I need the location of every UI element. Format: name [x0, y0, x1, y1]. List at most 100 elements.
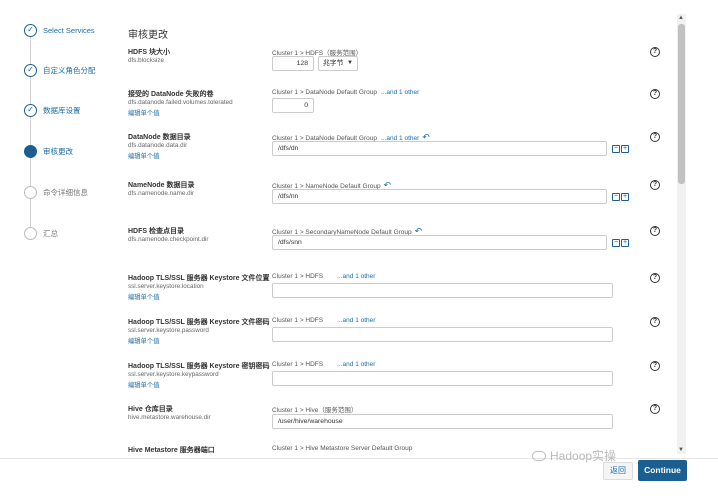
param-name: Hadoop TLS/SSL 服务器 Keystore 文件位置: [128, 275, 270, 282]
step-summary: 汇总: [24, 225, 58, 241]
minus-icon[interactable]: −: [612, 145, 620, 153]
param-name: HDFS 块大小: [128, 49, 170, 56]
add-remove-controls: − +: [612, 239, 629, 247]
step-label: 审核更改: [43, 146, 73, 156]
param-key: dfs.datanode.failed.volumes.tolerated: [128, 99, 233, 106]
param-scope: Cluster 1 > HDFS ...and 1 other: [272, 361, 375, 368]
blocksize-input[interactable]: 128: [272, 56, 314, 71]
scrollbar-thumb[interactable]: [678, 24, 685, 184]
edit-individual-link[interactable]: 编辑单个值: [128, 380, 159, 389]
check-icon: ✓: [24, 103, 37, 117]
scroll-down-icon[interactable]: ▼: [678, 447, 684, 453]
steps-connector: [30, 30, 31, 232]
keystore-password-input[interactable]: [272, 327, 613, 342]
step-database-setup[interactable]: ✓ 数据库设置: [24, 102, 81, 118]
help-icon[interactable]: ?: [650, 404, 660, 414]
help-icon[interactable]: ?: [650, 47, 660, 57]
param-name: NameNode 数据目录: [128, 182, 195, 189]
wechat-icon: [532, 450, 546, 461]
add-remove-controls: − +: [612, 145, 629, 153]
help-icon[interactable]: ?: [650, 226, 660, 236]
step-label: 自定义角色分配: [43, 65, 96, 75]
param-key: hive.metastore.warehouse.dir: [128, 414, 211, 421]
plus-icon[interactable]: +: [621, 193, 629, 201]
edit-individual-link[interactable]: 编辑单个值: [128, 292, 159, 301]
param-key: ssl.server.keystore.keypassword: [128, 371, 219, 378]
help-icon[interactable]: ?: [650, 317, 660, 327]
edit-individual-link[interactable]: 编辑单个值: [128, 151, 159, 160]
and-other-link[interactable]: ...and 1 other: [337, 317, 375, 324]
step-label: 命令详细信息: [43, 187, 88, 197]
step-label: 汇总: [43, 228, 58, 238]
check-icon: ✓: [24, 63, 37, 77]
param-key: ssl.server.keystore.location: [128, 283, 204, 290]
scope-text: Cluster 1 > Hive Metastore Server Defaul…: [272, 445, 413, 452]
param-name: HDFS 检查点目录: [128, 228, 184, 235]
wizard-steps: ✓ Select Services ✓ 自定义角色分配 ✓ 数据库设置 审核更改…: [0, 0, 115, 460]
datanode-data-dir-input[interactable]: /dfs/dn: [272, 141, 607, 156]
continue-button[interactable]: Continue: [638, 460, 687, 481]
step-label: 数据库设置: [43, 105, 81, 115]
unit-value: 兆字节: [323, 60, 344, 67]
minus-icon[interactable]: −: [612, 239, 620, 247]
page-title: 审核更改: [128, 30, 168, 41]
param-scope: Cluster 1 > HDFS ...and 1 other: [272, 273, 375, 280]
help-icon[interactable]: ?: [650, 361, 660, 371]
help-icon[interactable]: ?: [650, 180, 660, 190]
keystore-location-input[interactable]: [272, 283, 613, 298]
current-step-icon: [24, 144, 37, 158]
back-button[interactable]: 返回: [603, 462, 633, 480]
edit-individual-link[interactable]: 编辑单个值: [128, 108, 159, 117]
param-name: 接受的 DataNode 失败的卷: [128, 91, 214, 98]
plus-icon[interactable]: +: [621, 145, 629, 153]
help-icon[interactable]: ?: [650, 132, 660, 142]
param-scope: Cluster 1 > Hive（服务范围）: [272, 404, 357, 414]
checkpoint-dir-input[interactable]: /dfs/snn: [272, 235, 607, 250]
scope-text: Cluster 1 > HDFS: [272, 361, 324, 368]
check-icon: ✓: [24, 23, 37, 37]
panel-scrollbar[interactable]: ▲ ▼: [677, 14, 686, 454]
param-key: dfs.datanode.data.dir: [128, 142, 188, 149]
param-key: dfs.namenode.checkpoint.dir: [128, 236, 209, 243]
param-scope: Cluster 1 > DataNode Default Group ...and…: [272, 89, 419, 96]
minus-icon[interactable]: −: [612, 193, 620, 201]
edit-individual-link[interactable]: 编辑单个值: [128, 336, 159, 345]
scope-text: Cluster 1 > HDFS: [272, 273, 324, 280]
step-role-assignment[interactable]: ✓ 自定义角色分配: [24, 62, 96, 78]
review-changes-panel: 审核更改 HDFS 块大小 dfs.blocksize Cluster 1 > …: [115, 12, 688, 458]
scroll-up-icon[interactable]: ▲: [678, 15, 684, 21]
param-key: dfs.namenode.name.dir: [128, 190, 195, 197]
param-key: ssl.server.keystore.password: [128, 327, 209, 334]
blocksize-unit-select[interactable]: 兆字节 ▼: [318, 56, 358, 71]
param-name: Hadoop TLS/SSL 服务器 Keystore 文件密码: [128, 319, 270, 326]
param-scope: Cluster 1 > HDFS ...and 1 other: [272, 317, 375, 324]
param-name: DataNode 数据目录: [128, 134, 191, 141]
namenode-name-dir-input[interactable]: /dfs/nn: [272, 189, 607, 204]
and-other-link[interactable]: ...and 1 other: [337, 361, 375, 368]
scope-text: Cluster 1 > Hive（服务范围）: [272, 407, 358, 414]
help-icon[interactable]: ?: [650, 273, 660, 283]
wizard-page: ✓ Select Services ✓ 自定义角色分配 ✓ 数据库设置 审核更改…: [0, 0, 718, 503]
and-other-link[interactable]: ...and 1 other: [381, 89, 419, 96]
step-command-details: 命令详细信息: [24, 184, 88, 200]
param-name: Hadoop TLS/SSL 服务器 Keystore 密钥密码: [128, 363, 270, 370]
help-icon[interactable]: ?: [650, 89, 660, 99]
plus-icon[interactable]: +: [621, 239, 629, 247]
add-remove-controls: − +: [612, 193, 629, 201]
pending-step-icon: [24, 226, 37, 240]
scope-text: Cluster 1 > HDFS: [272, 317, 324, 324]
failed-volumes-input[interactable]: 0: [272, 98, 314, 113]
caret-down-icon: ▼: [347, 60, 353, 66]
param-name: Hive 仓库目录: [128, 406, 173, 413]
step-label: Select Services: [43, 25, 95, 35]
step-review-changes[interactable]: 审核更改: [24, 143, 73, 159]
and-other-link[interactable]: ...and 1 other: [337, 273, 375, 280]
hive-warehouse-input[interactable]: /user/hive/warehouse: [272, 414, 613, 429]
param-key: dfs.blocksize: [128, 57, 165, 64]
keystore-keypassword-input[interactable]: [272, 371, 613, 386]
param-scope: Cluster 1 > Hive Metastore Server Defaul…: [272, 445, 412, 452]
param-name: Hive Metastore 服务器端口: [128, 447, 215, 454]
scope-text: Cluster 1 > DataNode Default Group: [272, 89, 377, 96]
step-select-services[interactable]: ✓ Select Services: [24, 22, 95, 38]
pending-step-icon: [24, 185, 37, 199]
